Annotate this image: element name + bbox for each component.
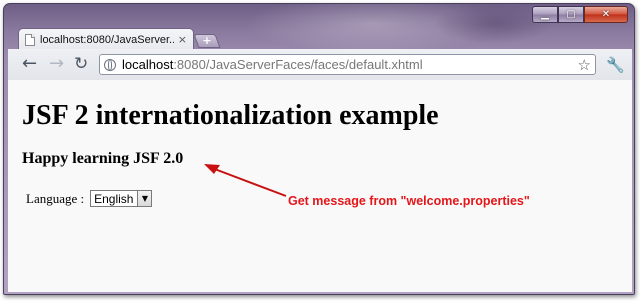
wrench-icon[interactable]: 🔧: [606, 56, 625, 74]
url-host: localhost: [122, 57, 174, 72]
annotation-text: Get message from "welcome.properties": [288, 194, 530, 208]
forward-arrow-icon[interactable]: →: [49, 55, 64, 73]
tab-title: localhost:8080/JavaServer...: [40, 33, 174, 46]
globe-icon: [104, 58, 116, 71]
annotation-arrow-line: [211, 167, 287, 197]
bookmark-star-icon[interactable]: ☆: [578, 56, 591, 74]
annotation-arrow-head: [204, 164, 220, 174]
browser-tab[interactable]: localhost:8080/JavaServer... ×: [18, 28, 194, 50]
back-arrow-icon[interactable]: ←: [22, 55, 37, 73]
new-tab-button[interactable]: +: [193, 34, 221, 48]
minimize-button[interactable]: ▁: [532, 6, 558, 23]
url-text: localhost:8080/JavaServerFaces/faces/def…: [122, 57, 423, 72]
tab-close-icon[interactable]: ×: [178, 33, 187, 46]
browser-toolbar: ← → ↻ localhost:8080/JavaServerFaces/fac…: [8, 49, 632, 81]
page-icon: [25, 33, 35, 46]
browser-window: ▁ ▢ ✕ localhost:8080/JavaServer... × + ←…: [3, 3, 635, 295]
address-bar[interactable]: localhost:8080/JavaServerFaces/faces/def…: [99, 54, 596, 75]
page-viewport: JSF 2 internationalization example Happy…: [8, 80, 632, 292]
url-path: :8080/JavaServerFaces/faces/default.xhtm…: [173, 57, 423, 72]
reload-icon[interactable]: ↻: [74, 55, 88, 73]
annotation-arrow: [204, 164, 287, 197]
maximize-button[interactable]: ▢: [558, 6, 584, 23]
close-window-button[interactable]: ✕: [584, 6, 628, 23]
plus-icon: +: [202, 34, 212, 47]
window-controls: ▁ ▢ ✕: [532, 6, 628, 23]
